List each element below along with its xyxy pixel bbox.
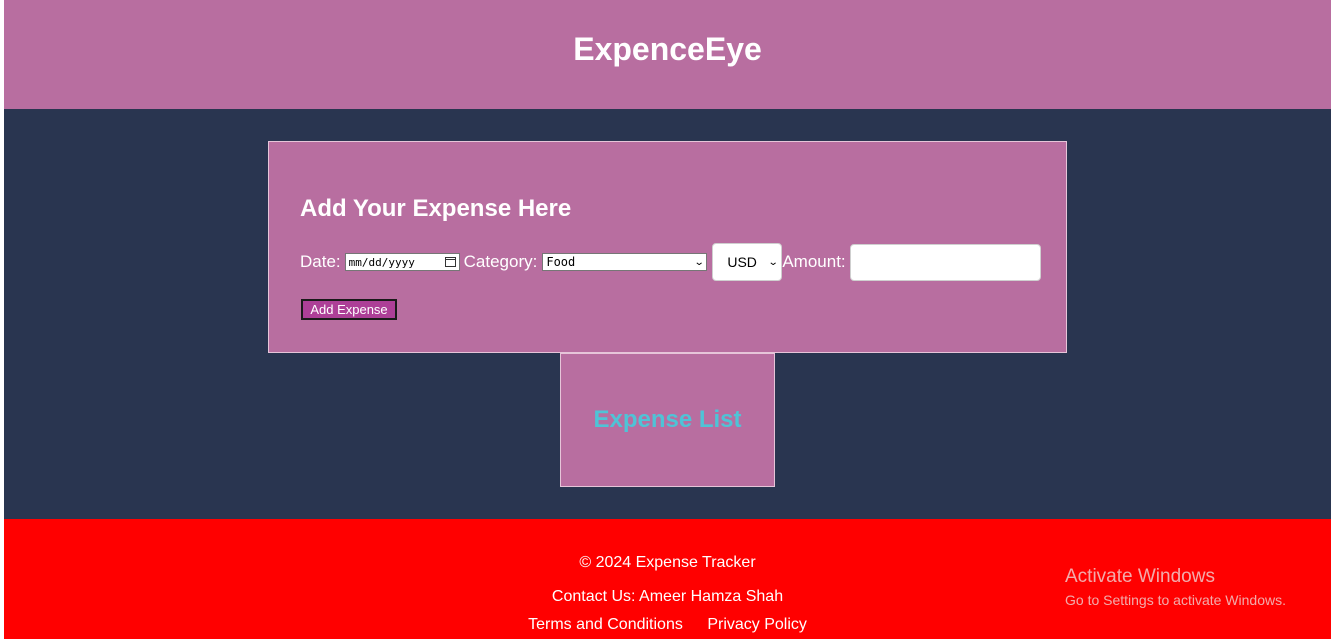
expense-list: Expense List (560, 353, 775, 487)
date-input[interactable]: mm/dd/yyyy (344, 253, 460, 271)
currency-selected-value: USD (727, 254, 757, 270)
watermark-title: Activate Windows (1065, 566, 1215, 587)
expense-list-heading: Expense List (593, 406, 742, 433)
footer-links: Terms and Conditions Privacy Policy (4, 616, 1331, 634)
add-expense-form: Add Your Expense Here Date: mm/dd/yyyy C… (268, 141, 1067, 353)
category-select[interactable]: Food ⌄ (542, 253, 708, 271)
app-header: ExpenceEye (4, 0, 1331, 109)
calendar-icon[interactable] (444, 257, 456, 267)
amount-label: Amount: (782, 252, 846, 271)
form-heading: Add Your Expense Here (300, 195, 572, 222)
app-title: ExpenceEye (573, 31, 762, 67)
chevron-down-icon: ⌄ (693, 256, 705, 268)
privacy-link[interactable]: Privacy Policy (707, 616, 807, 633)
add-expense-button[interactable]: Add Expense (301, 299, 397, 320)
terms-link[interactable]: Terms and Conditions (528, 616, 683, 633)
chevron-down-icon: ⌄ (767, 256, 779, 268)
category-label: Category: (463, 252, 538, 271)
date-label: Date: (300, 252, 341, 271)
app-frame: ExpenceEye Add Your Expense Here Date: m… (4, 0, 1331, 639)
category-selected-value: Food (546, 255, 576, 269)
activate-windows-watermark: Activate Windows Go to Settings to activ… (1065, 566, 1286, 608)
watermark-subtitle: Go to Settings to activate Windows. (1065, 592, 1286, 608)
form-fields-row: Date: mm/dd/yyyy Category: Food ⌄ USD ⌄ … (300, 242, 1041, 282)
currency-select[interactable]: USD ⌄ (712, 243, 783, 281)
app-footer: © 2024 Expense Tracker Contact Us: Ameer… (4, 519, 1331, 639)
amount-input[interactable] (849, 243, 1041, 281)
date-placeholder: mm/dd/yyyy (348, 255, 415, 269)
